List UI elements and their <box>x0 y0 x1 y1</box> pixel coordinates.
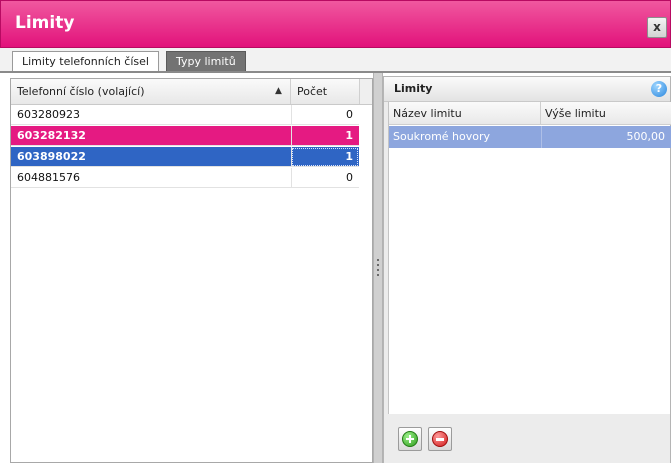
limits-grid: Název limitu Výše limitu Soukromé hovory… <box>388 102 671 414</box>
phone-number-cell: 603282132 <box>17 129 86 142</box>
limit-name-cell: Soukromé hovory <box>393 130 491 143</box>
limits-panel-header: Limity ? <box>384 77 670 102</box>
limits-panel: Limity ? Název limitu Výše limitu Soukro… <box>383 76 671 463</box>
column-header-limit-amount[interactable]: Výše limitu <box>541 102 671 125</box>
tab-limit-types[interactable]: Typy limitů <box>166 51 246 72</box>
splitter-grip-dot <box>377 264 379 266</box>
tab-strip: Limity telefonních čísel Typy limitů <box>0 48 671 72</box>
phone-number-cell: 603898022 <box>17 150 86 163</box>
limits-panel-title: Limity <box>394 82 433 95</box>
remove-icon <box>432 431 448 447</box>
sort-ascending-icon: ▲ <box>275 86 282 96</box>
splitter-grip-dot <box>377 259 379 261</box>
window-title: Limity <box>15 13 75 33</box>
table-row[interactable]: 603280923 0 <box>11 105 359 125</box>
column-header-limit-name[interactable]: Název limitu <box>389 102 541 125</box>
panel-splitter[interactable] <box>373 73 383 463</box>
scrollbar-corner <box>359 79 372 104</box>
grid-header: Telefonní číslo (volající) ▲ Počet <box>11 79 372 105</box>
tab-divider <box>0 71 671 73</box>
column-header-phone[interactable]: Telefonní číslo (volající) <box>11 79 291 104</box>
phone-number-cell: 603280923 <box>17 108 80 121</box>
column-header-count[interactable]: Počet <box>291 79 359 104</box>
title-bar: Limity x <box>0 0 671 48</box>
add-limit-button[interactable] <box>398 427 422 451</box>
tab-phone-limits[interactable]: Limity telefonních čísel <box>12 51 159 72</box>
close-button[interactable]: x <box>647 17 667 38</box>
table-row[interactable]: 604881576 0 <box>11 168 359 188</box>
splitter-grip-dot <box>377 274 379 276</box>
count-cell: 0 <box>291 105 359 125</box>
splitter-grip-dot <box>377 269 379 271</box>
limits-grid-header: Název limitu Výše limitu <box>389 102 671 125</box>
add-icon <box>402 431 418 447</box>
remove-limit-button[interactable] <box>428 427 452 451</box>
help-icon[interactable]: ? <box>651 81 667 97</box>
count-cell: 1 <box>291 126 359 146</box>
phone-number-cell: 604881576 <box>17 171 80 184</box>
table-row[interactable]: 603282132 1 <box>11 126 359 146</box>
count-cell[interactable]: 1 <box>291 147 359 167</box>
limit-amount-cell: 500,00 <box>541 126 669 148</box>
count-cell: 0 <box>291 168 359 188</box>
limits-toolbar <box>384 415 670 463</box>
table-row[interactable]: 603898022 1 <box>11 147 359 167</box>
table-row[interactable]: Soukromé hovory 500,00 <box>389 126 671 148</box>
phone-numbers-grid: Telefonní číslo (volající) ▲ Počet 60328… <box>10 78 373 463</box>
